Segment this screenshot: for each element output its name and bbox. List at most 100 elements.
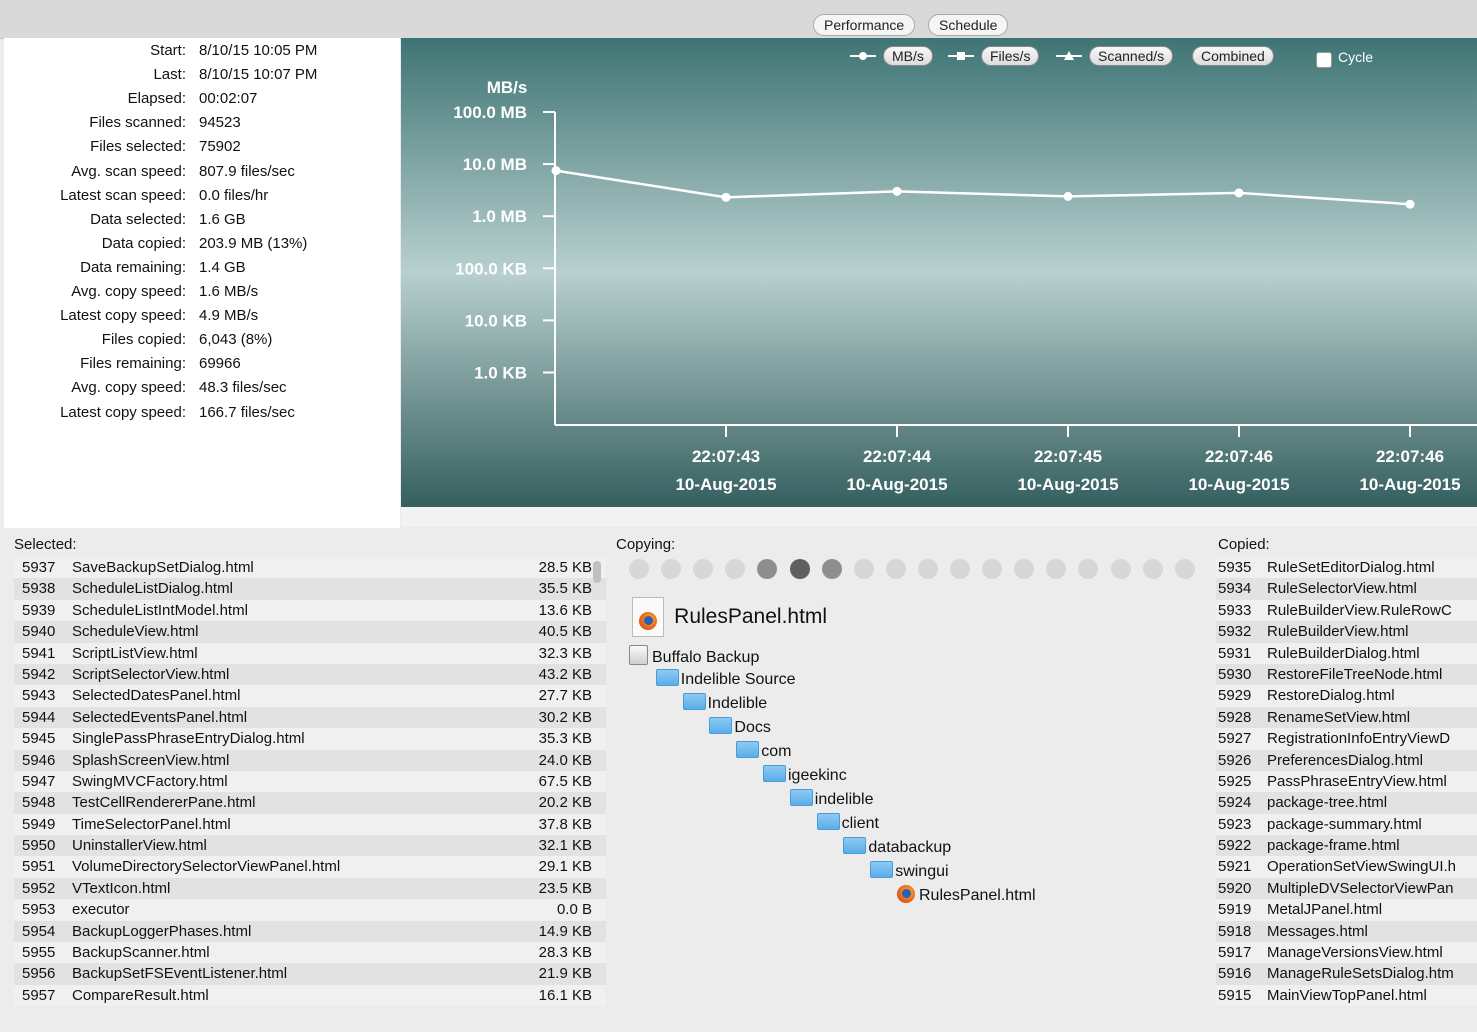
data-point: [721, 192, 731, 202]
copied-row[interactable]: 5921 OperationSetViewSwingUI.h: [1216, 856, 1477, 878]
copied-row[interactable]: 5931 RuleBuilderDialog.html: [1216, 642, 1477, 664]
progress-dot: [1110, 559, 1131, 579]
copied-row[interactable]: 5934 RuleSelectorView.html: [1216, 578, 1477, 600]
copied-row[interactable]: 5922 package-frame.html: [1216, 835, 1477, 857]
copied-row[interactable]: 5928 RenameSetView.html: [1216, 706, 1477, 729]
selected-row[interactable]: 5945 SinglePassPhraseEntryDialog.html 35.3…: [14, 728, 606, 750]
x-tick-time-label: 22:07:43: [692, 447, 760, 466]
selected-row[interactable]: 5939 ScheduleListIntModel.html 13.6 KB: [14, 599, 606, 622]
row-filename: TimeSelectorPanel.html: [72, 815, 231, 833]
copied-row[interactable]: 5923 package-summary.html: [1216, 813, 1477, 836]
row-id: 5956: [22, 965, 56, 983]
stat-row: Latest copy speed: 4.9 MB/s: [4, 304, 400, 328]
row-id: 5953: [22, 901, 56, 919]
row-size: 67.5 KB: [538, 772, 592, 790]
selected-scrollbar[interactable]: [593, 561, 601, 583]
stat-label: Files selected:: [90, 138, 186, 156]
copied-row[interactable]: 5927 RegistrationInfoEntryViewD: [1216, 728, 1477, 750]
row-size: 20.2 KB: [538, 794, 592, 812]
selected-row[interactable]: 5948 TestCellRendererPane.html 20.2 KB: [14, 792, 606, 814]
selected-row[interactable]: 5954 BackupLoggerPhases.html 14.9 KB: [14, 920, 606, 943]
stat-value: 69966: [199, 355, 241, 373]
selected-list[interactable]: 5937 SaveBackupSetDialog.html 28.5 KB 5938 S…: [14, 557, 606, 1011]
progress-dot: [950, 559, 970, 579]
row-id: 5917: [1218, 944, 1252, 962]
cycle-checkbox[interactable]: [1316, 52, 1332, 68]
row-size: 13.6 KB: [538, 601, 592, 619]
selected-row[interactable]: 5937 SaveBackupSetDialog.html 28.5 KB: [14, 557, 606, 579]
copied-list[interactable]: 5935 RuleSetEditorDialog.html 5934 RuleSele…: [1216, 557, 1477, 1011]
row-id: 5919: [1218, 901, 1252, 919]
tree-item: databackup: [843, 837, 951, 859]
filesps-button[interactable]: Files/s: [981, 46, 1040, 66]
selected-row[interactable]: 5946 SplashScreenView.html 24.0 KB: [14, 749, 606, 771]
row-size: 27.7 KB: [538, 687, 592, 705]
scannedps-button[interactable]: Scanned/s: [1089, 46, 1174, 66]
copied-row[interactable]: 5918 Messages.html: [1216, 920, 1477, 943]
selected-row[interactable]: 5938 ScheduleListDialog.html 35.5 KB: [14, 578, 606, 600]
selected-row[interactable]: 5957 CompareResult.html 16.1 KB: [14, 984, 606, 1007]
stat-row: Files copied: 6,043 (8%): [4, 328, 400, 352]
stat-label: Elapsed:: [127, 90, 186, 108]
row-id: 5930: [1218, 665, 1252, 683]
copied-row[interactable]: 5924 package-tree.html: [1216, 792, 1477, 814]
mbps-button[interactable]: MB/s: [883, 46, 933, 66]
tab-performance[interactable]: Performance: [813, 14, 916, 36]
selected-row[interactable]: 5942 ScriptSelectorView.html 43.2 KB: [14, 663, 606, 686]
selected-row[interactable]: 5947 SwingMVCFactory.html 67.5 KB: [14, 770, 606, 793]
progress-dot: [853, 559, 874, 579]
row-id: 5931: [1218, 644, 1252, 662]
row-filename: SaveBackupSetDialog.html: [72, 559, 254, 576]
tab-schedule[interactable]: Schedule: [928, 14, 1009, 36]
selected-row[interactable]: 5951 VolumeDirectorySelectorViewPanel.htm…: [14, 856, 606, 878]
tree-item: Buffalo Backup: [629, 645, 759, 667]
drive-icon: [629, 645, 648, 665]
selected-row[interactable]: 5956 BackupSetFSEventListener.html 21.9 KB: [14, 963, 606, 985]
selected-row[interactable]: 5944 SelectedEventsPanel.html 30.2 KB: [14, 706, 606, 729]
copied-row[interactable]: 5915 MainViewTopPanel.html: [1216, 984, 1477, 1007]
selected-row[interactable]: 5953 executor 0.0 B: [14, 899, 606, 921]
stats-panel: Start: 8/10/15 10:05 PM Last: 8/10/15 10:07…: [4, 38, 400, 528]
progress-dot: [1142, 559, 1163, 579]
selected-row[interactable]: 5949 TimeSelectorPanel.html 37.8 KB: [14, 813, 606, 836]
copying-title: Copying:: [616, 536, 676, 553]
row-id: 5941: [22, 644, 56, 662]
row-filename: BackupSetFSEventListener.html: [72, 965, 288, 983]
row-filename: ScheduleListIntModel.html: [72, 601, 248, 619]
row-size: 23.5 KB: [538, 879, 592, 897]
row-filename: PreferencesDialog.html: [1267, 751, 1423, 769]
copied-row[interactable]: 5925 PassPhraseEntryView.html: [1216, 770, 1477, 793]
copied-row[interactable]: 5926 PreferencesDialog.html: [1216, 749, 1477, 771]
row-id: 5948: [22, 794, 56, 812]
row-filename: ManageVersionsView.html: [1267, 944, 1443, 962]
selected-row[interactable]: 5941 ScriptListView.html 32.3 KB: [14, 642, 606, 664]
selected-row[interactable]: 5943 SelectedDatesPanel.html 27.7 KB: [14, 685, 606, 707]
tree-item-label: Docs: [734, 719, 771, 736]
row-filename: ManageRuleSetsDialog.htm: [1267, 965, 1454, 983]
copied-row[interactable]: 5919 MetalJPanel.html: [1216, 899, 1477, 921]
copied-row[interactable]: 5916 ManageRuleSetsDialog.htm: [1216, 963, 1477, 985]
copied-row[interactable]: 5929 RestoreDialog.html: [1216, 685, 1477, 707]
selected-row[interactable]: 5955 BackupScanner.html 28.3 KB: [14, 942, 606, 964]
y-tick-label: 100.0 KB: [455, 259, 527, 278]
stat-label: Avg. copy speed:: [71, 283, 186, 300]
stat-row: Last: 8/10/15 10:07 PM: [4, 63, 400, 87]
selected-row[interactable]: 5940 ScheduleView.html 40.5 KB: [14, 621, 606, 643]
selected-row[interactable]: 5950 UninstallerView.html 32.1 KB: [14, 835, 606, 857]
row-filename: VTextIcon.html: [72, 879, 171, 897]
copied-row[interactable]: 5920 MultipleDVSelectorViewPan: [1216, 877, 1477, 900]
progress-dot: [1174, 559, 1195, 579]
stat-row: Data remaining: 1.4 GB: [4, 256, 400, 280]
row-filename: RegistrationInfoEntryViewD: [1267, 730, 1451, 748]
copied-row[interactable]: 5930 RestoreFileTreeNode.html: [1216, 663, 1477, 686]
copied-row[interactable]: 5933 RuleBuilderView.RuleRowC: [1216, 599, 1477, 622]
copied-row[interactable]: 5935 RuleSetEditorDialog.html: [1216, 557, 1477, 579]
stat-label: Files remaining:: [80, 355, 186, 373]
copied-row[interactable]: 5932 RuleBuilderView.html: [1216, 621, 1477, 643]
combined-button[interactable]: Combined: [1192, 46, 1274, 66]
x-tick-time-label: 22:07:44: [863, 447, 932, 466]
selected-row[interactable]: 5952 VTextIcon.html 23.5 KB: [14, 877, 606, 900]
row-id: 5932: [1218, 623, 1252, 641]
stat-value: 4.9 MB/s: [199, 307, 259, 325]
copied-row[interactable]: 5917 ManageVersionsView.html: [1216, 942, 1477, 964]
